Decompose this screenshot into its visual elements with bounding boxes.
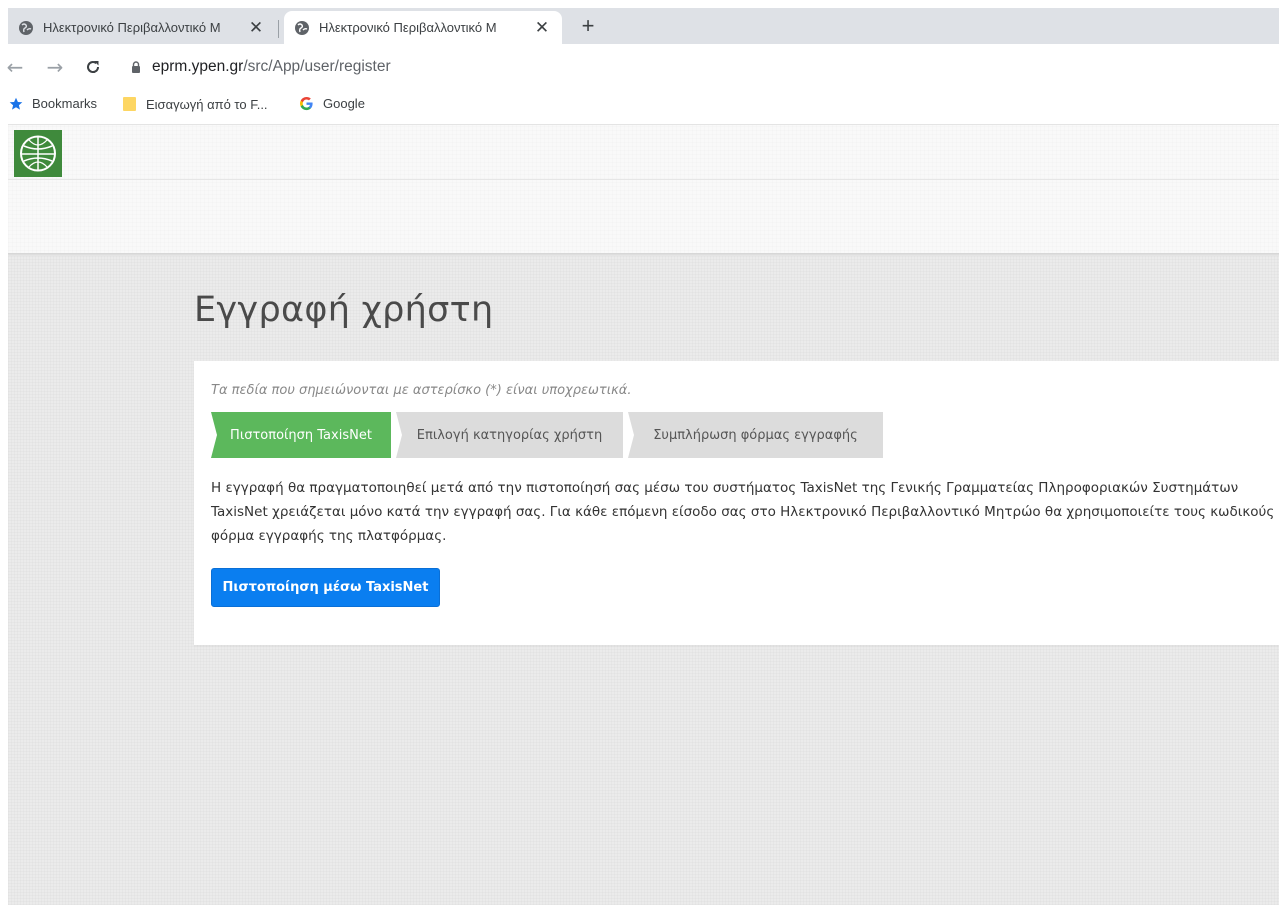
forward-arrow-icon[interactable]: → (44, 56, 66, 78)
new-tab-button[interactable]: + (575, 14, 601, 40)
bookmark-bookmarks[interactable]: Bookmarks (9, 96, 97, 111)
close-tab-icon[interactable]: ✕ (532, 18, 552, 38)
step-notch (628, 412, 634, 458)
browser-tab-2[interactable]: Ηλεκτρονικό Περιβαλλοντικό Μ ✕ (284, 11, 562, 44)
page-title: Εγγραφή χρήστη (194, 290, 494, 330)
step-registration-form: Συμπλήρωση φόρμας εγγραφής (628, 412, 883, 458)
bookmark-import[interactable]: Εισαγωγή από το F... (122, 96, 268, 112)
reload-icon[interactable] (82, 56, 104, 78)
back-arrow-icon[interactable]: ← (4, 56, 26, 78)
description-line: φόρμα εγγραφής της πλατφόρμας. (211, 528, 447, 544)
globe-icon (295, 20, 309, 35)
step-notch (211, 412, 217, 458)
browser-tab-strip: Ηλεκτρονικό Περιβαλλοντικό Μ ✕ Ηλεκτρονι… (8, 8, 1279, 44)
leaf-globe-icon (20, 135, 56, 172)
tab-title: Ηλεκτρονικό Περιβαλλοντικό Μ (319, 20, 497, 35)
folder-icon (123, 97, 136, 111)
browser-toolbar: ← → eprm.ypen.gr/src/App/user/register (0, 44, 1279, 90)
bookmark-google[interactable]: Google (299, 96, 365, 111)
address-bar-url[interactable]: eprm.ypen.gr/src/App/user/register (152, 58, 391, 76)
step-notch (396, 412, 402, 458)
lock-icon (132, 61, 140, 73)
taxisnet-auth-button[interactable]: Πιστοποίηση μέσω TaxisNet (211, 568, 440, 607)
site-logo[interactable] (14, 130, 62, 177)
google-icon (299, 96, 313, 111)
registration-card: Τα πεδία που σημειώνονται με αστερίσκο (… (194, 361, 1279, 645)
site-header (8, 125, 1279, 255)
description-line: TaxisNet χρειάζεται μόνο κατά την εγγραφ… (211, 504, 1275, 520)
bookmarks-bar: Bookmarks Εισαγωγή από το F... Google (0, 90, 1279, 120)
tab-title: Ηλεκτρονικό Περιβαλλοντικό Μ (43, 20, 221, 35)
tab-separator (278, 20, 279, 38)
header-divider (8, 179, 1279, 180)
registration-description: Η εγγραφή θα πραγματοποιηθεί μετά από τη… (211, 476, 1279, 548)
browser-tab-1[interactable]: Ηλεκτρονικό Περιβαλλοντικό Μ ✕ (8, 11, 276, 44)
close-tab-icon[interactable]: ✕ (246, 18, 266, 38)
required-fields-note: Τα πεδία που σημειώνονται με αστερίσκο (… (211, 383, 632, 398)
description-line: Η εγγραφή θα πραγματοποιηθεί μετά από τη… (211, 480, 1239, 496)
star-icon (9, 97, 23, 110)
page-body: Εγγραφή χρήστη Τα πεδία που σημειώνονται… (8, 256, 1279, 905)
globe-icon (19, 20, 33, 35)
step-user-category: Επιλογή κατηγορίας χρήστη (396, 412, 623, 458)
step-taxisnet-auth: Πιστοποίηση TaxisNet (211, 412, 391, 458)
